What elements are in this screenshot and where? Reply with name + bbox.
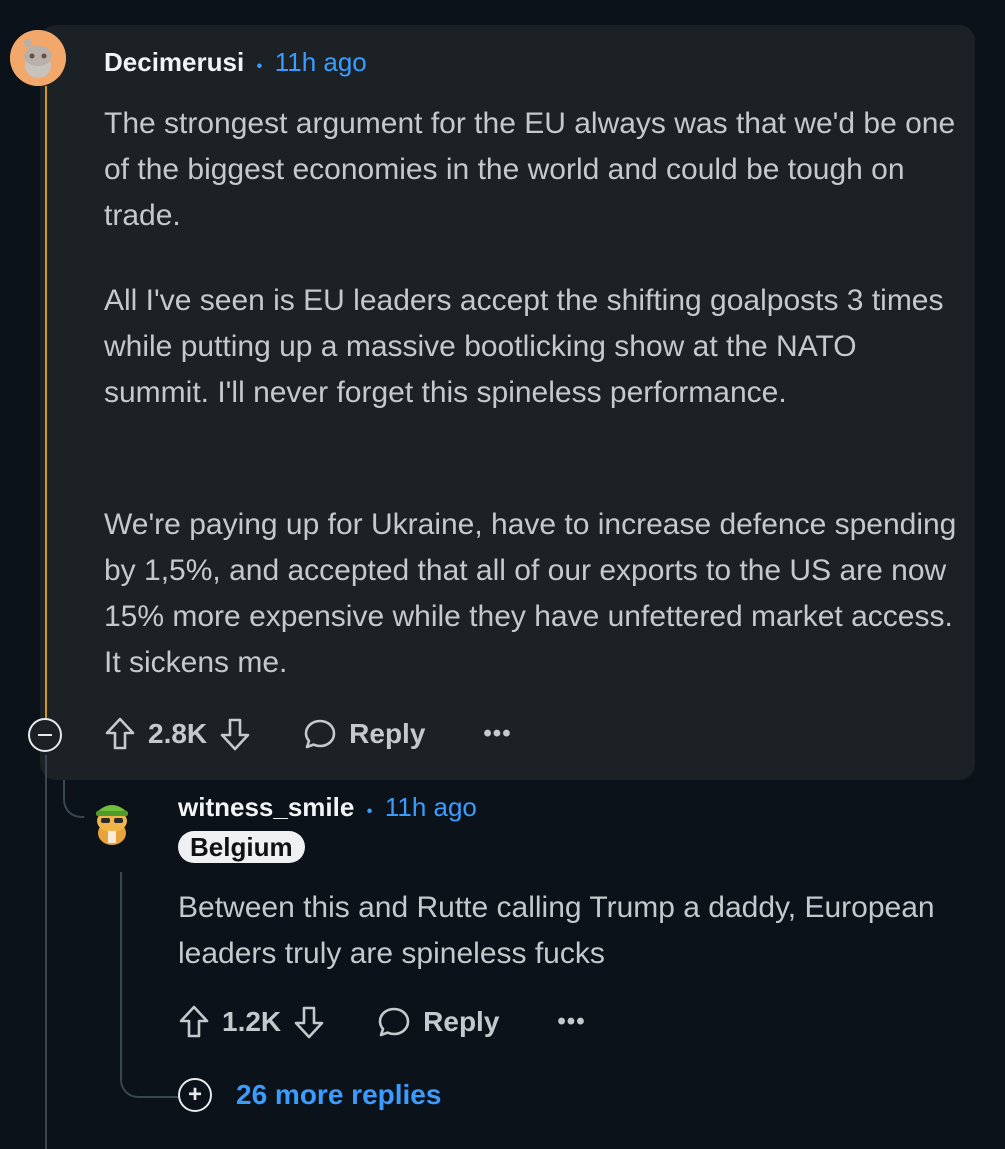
more-replies-label: 26 more replies [236,1079,442,1110]
meta-separator: • [256,58,263,75]
reply-author[interactable]: witness_smile [178,792,354,822]
reply-actions: 1.2K Reply ••• [178,1004,586,1040]
more-options-button[interactable]: ••• [483,720,511,748]
downvote-icon[interactable] [293,1004,325,1040]
user-avatar[interactable] [84,793,140,849]
upvote-icon[interactable] [178,1004,210,1040]
thread-line[interactable] [45,755,47,1149]
comment-actions: 2.8K Reply ••• [104,716,512,752]
vote-score: 1.2K [222,1006,282,1037]
user-flair-badge: Belgium [178,831,305,863]
snoo-avatar-icon [10,30,66,86]
snoo-avatar-icon [96,805,128,845]
chat-bubble-icon [304,719,336,749]
meta-separator: • [366,803,373,820]
comment-meta: Decimerusi • 11h ago [104,47,367,78]
thread-line[interactable] [120,872,122,1080]
comment-timestamp[interactable]: 11h ago [275,47,367,77]
upvote-icon[interactable] [104,716,136,752]
thread-line-highlighted[interactable] [45,86,47,718]
reply-button[interactable]: Reply [303,717,425,751]
plus-circle-icon: + [178,1078,212,1112]
reply-timestamp[interactable]: 11h ago [385,792,477,822]
comment-paragraph: We're paying up for Ukraine, have to inc… [104,508,957,679]
downvote-icon[interactable] [219,716,251,752]
collapse-thread-button[interactable] [28,718,62,752]
reply-label: Reply [349,718,426,749]
reply-button[interactable]: Reply [377,1005,499,1039]
comment-paragraph: The strongest argument for the EU always… [104,107,956,232]
vote-score: 2.8K [148,718,208,749]
reply-label: Reply [423,1006,500,1037]
reply-meta: witness_smile • 11h ago [178,792,477,823]
comment-author[interactable]: Decimerusi [104,47,244,77]
user-avatar[interactable] [10,30,66,86]
reply-text: Between this and Rutte calling Trump a d… [178,891,935,970]
thread-branch-line [120,1060,180,1098]
more-replies-button[interactable]: + 26 more replies [178,1078,441,1112]
comment-paragraph: All I've seen is EU leaders accept the s… [104,284,944,409]
chat-bubble-icon [378,1007,410,1037]
more-options-button[interactable]: ••• [557,1008,585,1036]
